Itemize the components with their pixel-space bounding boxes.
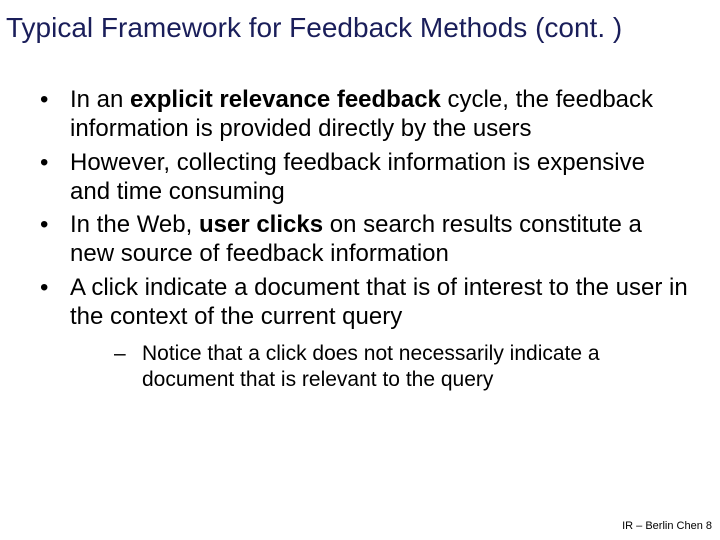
sub-bullet-1-text: Notice that a click does not necessarily… (142, 342, 600, 391)
bullet-3-part-a: In the Web, (70, 211, 199, 238)
slide: Typical Framework for Feedback Methods (… (0, 0, 720, 540)
footer-text: IR – Berlin Chen 8 (622, 520, 712, 532)
sub-bullet-list: Notice that a click does not necessarily… (70, 341, 690, 394)
bullet-3-bold: user clicks (199, 211, 323, 238)
bullet-2-text: However, collecting feedback information… (70, 149, 645, 205)
sub-bullet-1: Notice that a click does not necessarily… (70, 341, 690, 394)
bullet-list: In an explicit relevance feedback cycle,… (30, 85, 690, 394)
bullet-1-part-a: In an (70, 86, 130, 113)
bullet-2: However, collecting feedback information… (30, 148, 690, 207)
slide-body: In an explicit relevance feedback cycle,… (30, 85, 690, 398)
slide-title: Typical Framework for Feedback Methods (… (6, 12, 714, 44)
bullet-4: A click indicate a document that is of i… (30, 273, 690, 394)
bullet-4-text: A click indicate a document that is of i… (70, 274, 688, 330)
bullet-1: In an explicit relevance feedback cycle,… (30, 85, 690, 144)
bullet-3: In the Web, user clicks on search result… (30, 210, 690, 269)
bullet-1-bold: explicit relevance feedback (130, 86, 441, 113)
